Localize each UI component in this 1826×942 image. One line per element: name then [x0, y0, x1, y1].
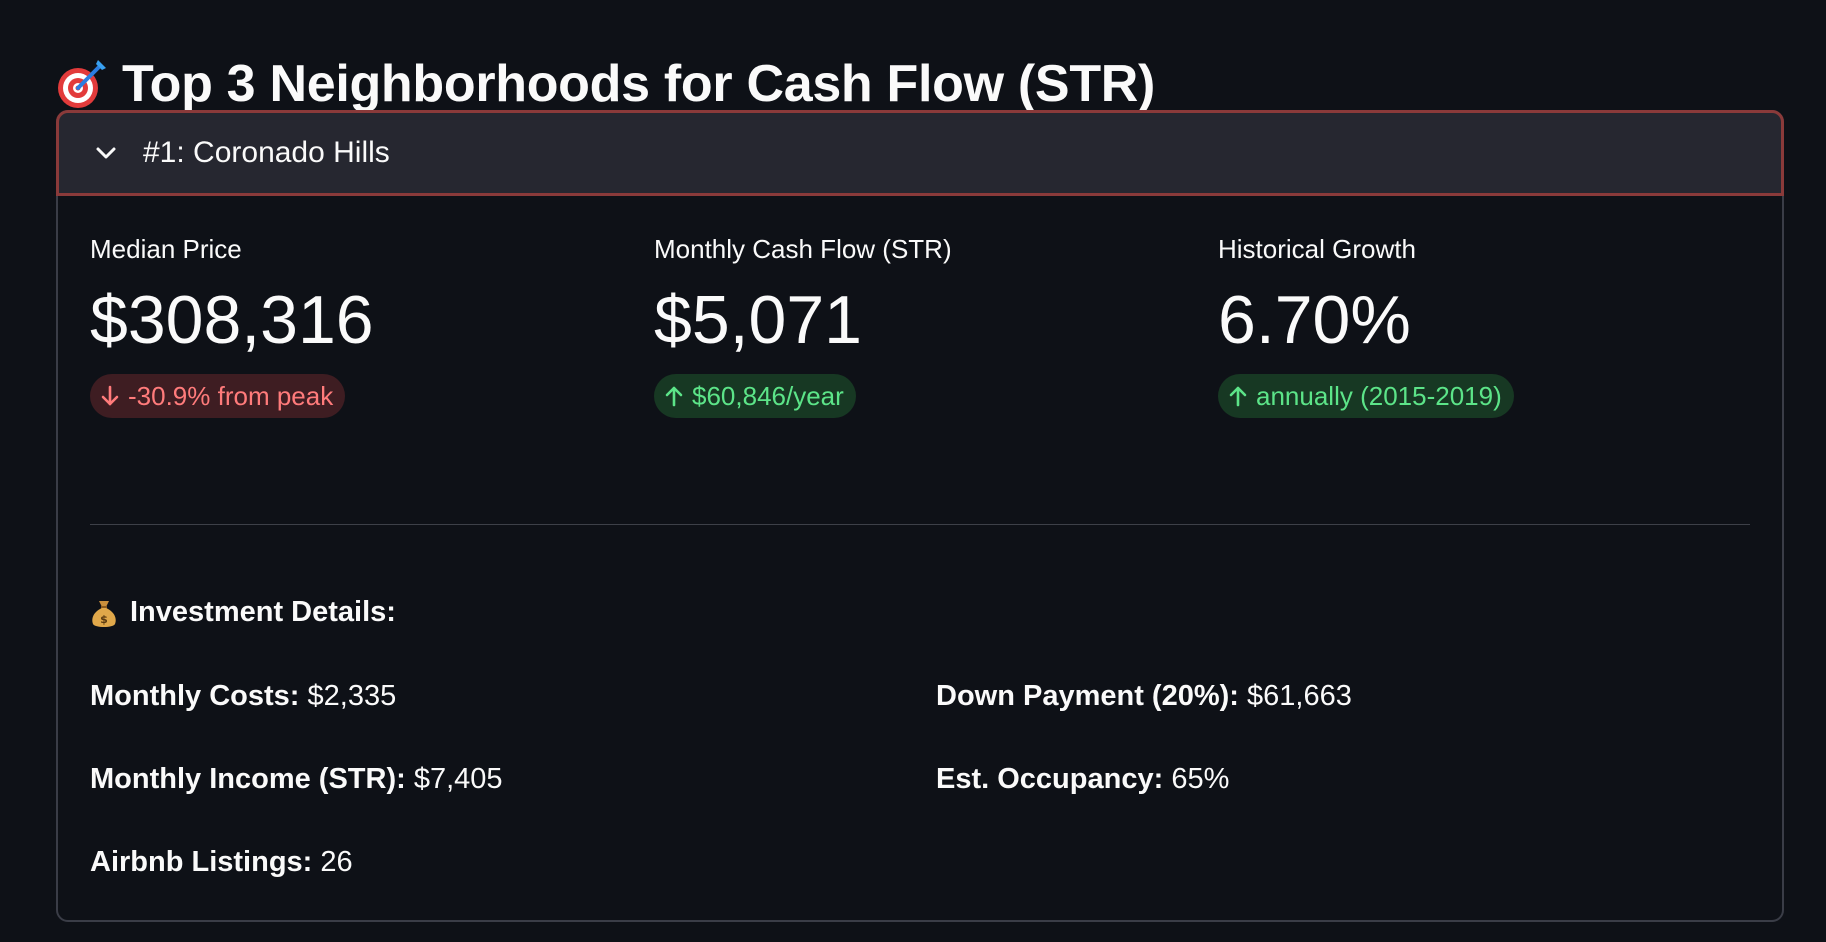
page-title-text: Top 3 Neighborhoods for Cash Flow (STR) [122, 54, 1156, 113]
svg-text:$: $ [100, 613, 108, 626]
detail-label: Airbnb Listings: [90, 846, 313, 878]
divider [90, 524, 1750, 525]
detail-label: Monthly Income (STR): [90, 763, 406, 795]
metric-delta-badge: annually (2015-2019) [1218, 374, 1514, 418]
page-title: Top 3 Neighborhoods for Cash Flow (STR) [54, 49, 1155, 119]
metric-delta-badge: -30.9% from peak [90, 374, 346, 418]
arrow-up-icon [665, 386, 683, 407]
detail-monthly-costs: Monthly Costs: $2,335 [90, 680, 396, 713]
detail-label: Monthly Costs: [90, 680, 300, 712]
investment-details-heading-text: Investment Details: [130, 596, 396, 628]
metric-label: Historical Growth [1218, 234, 1416, 264]
metric-value: $5,071 [654, 282, 862, 358]
metric-label: Median Price [90, 234, 242, 264]
page: Top 3 Neighborhoods for Cash Flow (STR) … [0, 0, 1826, 942]
chevron-down-icon[interactable] [93, 140, 119, 166]
detail-value: 65% [1171, 763, 1230, 795]
metric-delta-text: -30.9% from peak [128, 380, 334, 411]
metric-value: $308,316 [90, 282, 374, 358]
metric-median-price: Median Price $308,316 -30.9% from peak [90, 232, 374, 418]
metric-historical-growth: Historical Growth 6.70% annually (2015-2… [1218, 232, 1514, 418]
detail-value: $61,663 [1247, 680, 1352, 712]
detail-est-occupancy: Est. Occupancy: 65% [936, 763, 1229, 796]
expander-header[interactable]: #1: Coronado Hills [56, 110, 1784, 196]
money-bag-icon: $ [90, 597, 118, 629]
investment-details-heading: $ Investment Details: [90, 596, 396, 629]
metric-label: Monthly Cash Flow (STR) [654, 234, 952, 264]
detail-down-payment: Down Payment (20%): $61,663 [936, 680, 1352, 713]
arrow-down-icon [101, 385, 119, 406]
metric-value: 6.70% [1218, 282, 1411, 358]
target-dart-icon [54, 56, 110, 112]
metric-delta-text: $60,846/year [692, 380, 844, 411]
detail-value: 26 [320, 846, 353, 878]
detail-label: Est. Occupancy: [936, 763, 1164, 795]
metric-monthly-cash-flow: Monthly Cash Flow (STR) $5,071 $60,846/y… [654, 232, 952, 418]
detail-monthly-income: Monthly Income (STR): $7,405 [90, 763, 503, 796]
detail-value: $7,405 [413, 763, 503, 795]
detail-label: Down Payment (20%): [936, 680, 1239, 712]
detail-value: $2,335 [307, 680, 397, 712]
detail-airbnb-listings: Airbnb Listings: 26 [90, 846, 353, 879]
metric-delta-text: annually (2015-2019) [1256, 380, 1502, 411]
metric-delta-badge: $60,846/year [654, 374, 856, 418]
arrow-up-icon [1229, 386, 1247, 407]
expander-title: #1: Coronado Hills [143, 136, 390, 169]
